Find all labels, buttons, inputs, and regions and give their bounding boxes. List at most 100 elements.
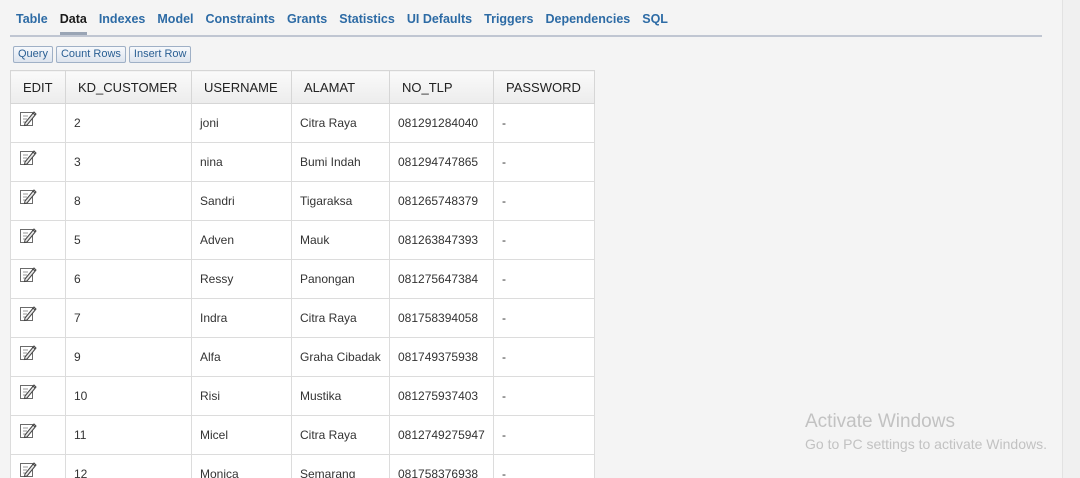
- cell-alamat: Panongan: [291, 259, 390, 299]
- insert-row-button[interactable]: Insert Row: [128, 46, 192, 63]
- cell-no-tlp: 0812749275947: [389, 415, 494, 455]
- tab-indexes[interactable]: Indexes: [93, 0, 152, 35]
- cell-username: Indra: [191, 298, 292, 338]
- cell-kd-customer: 5: [65, 220, 192, 260]
- edit-cell: [10, 259, 66, 299]
- header-row: EDIT KD_CUSTOMER USERNAME ALAMAT NO_TLP …: [10, 70, 595, 104]
- data-grid: EDIT KD_CUSTOMER USERNAME ALAMAT NO_TLP …: [10, 70, 595, 478]
- tab-grants[interactable]: Grants: [281, 0, 333, 35]
- column-header-kd-customer[interactable]: KD_CUSTOMER: [65, 70, 192, 104]
- cell-kd-customer: 10: [65, 376, 192, 416]
- watermark-subtitle: Go to PC settings to activate Windows.: [805, 436, 1047, 452]
- count-rows-button[interactable]: Count Rows: [55, 46, 126, 63]
- column-header-username[interactable]: USERNAME: [191, 70, 292, 104]
- table-row: 9 Alfa Graha Cibadak 081749375938-: [10, 337, 595, 377]
- edit-icon[interactable]: [19, 460, 37, 478]
- windows-activation-watermark: Activate Windows Go to PC settings to ac…: [805, 411, 1047, 452]
- edit-icon[interactable]: [19, 148, 37, 166]
- cell-username: Alfa: [191, 337, 292, 377]
- cell-password: -: [493, 298, 595, 338]
- cell-alamat: Graha Cibadak: [291, 337, 390, 377]
- cell-no-tlp: 081263847393: [389, 220, 494, 260]
- cell-password: -: [493, 454, 595, 478]
- edit-cell: [10, 376, 66, 416]
- cell-kd-customer: 8: [65, 181, 192, 221]
- cell-password: -: [493, 181, 595, 221]
- table-row: 3 nina Bumi Indah 081294747865-: [10, 142, 595, 182]
- table-row: 11 Micel Citra Raya 0812749275947-: [10, 415, 595, 455]
- tab-ui-defaults[interactable]: UI Defaults: [401, 0, 478, 35]
- table-row: 12 Monica Semarang 081758376938-: [10, 454, 595, 478]
- cell-username: joni: [191, 103, 292, 143]
- table-row: 8 Sandri Tigaraksa 081265748379-: [10, 181, 595, 221]
- watermark-title: Activate Windows: [805, 411, 955, 432]
- column-header-alamat[interactable]: ALAMAT: [291, 70, 390, 104]
- table-row: 2 joni Citra Raya 081291284040-: [10, 103, 595, 143]
- table-row: 5 Adven Mauk 081263847393-: [10, 220, 595, 260]
- cell-no-tlp: 081749375938: [389, 337, 494, 377]
- tab-constraints[interactable]: Constraints: [200, 0, 281, 35]
- cell-alamat: Semarang: [291, 454, 390, 478]
- cell-password: -: [493, 103, 595, 143]
- vertical-scrollbar[interactable]: [1062, 0, 1080, 478]
- edit-icon[interactable]: [19, 187, 37, 205]
- edit-icon[interactable]: [19, 226, 37, 244]
- cell-no-tlp: 081275937403: [389, 376, 494, 416]
- cell-alamat: Citra Raya: [291, 103, 390, 143]
- tab-statistics[interactable]: Statistics: [333, 0, 401, 35]
- cell-kd-customer: 7: [65, 298, 192, 338]
- cell-no-tlp: 081265748379: [389, 181, 494, 221]
- cell-alamat: Citra Raya: [291, 298, 390, 338]
- edit-icon[interactable]: [19, 109, 37, 127]
- cell-alamat: Citra Raya: [291, 415, 390, 455]
- cell-password: -: [493, 259, 595, 299]
- table-row: 10 Risi Mustika 081275937403-: [10, 376, 595, 416]
- cell-alamat: Bumi Indah: [291, 142, 390, 182]
- cell-no-tlp: 081758394058: [389, 298, 494, 338]
- column-header-password[interactable]: PASSWORD: [493, 70, 595, 104]
- cell-kd-customer: 12: [65, 454, 192, 478]
- query-button[interactable]: Query: [13, 46, 53, 63]
- edit-icon[interactable]: [19, 421, 37, 439]
- cell-kd-customer: 2: [65, 103, 192, 143]
- edit-cell: [10, 103, 66, 143]
- data-toolbar: Query Count Rows Insert Row: [13, 46, 192, 63]
- cell-alamat: Tigaraksa: [291, 181, 390, 221]
- edit-cell: [10, 298, 66, 338]
- edit-icon[interactable]: [19, 343, 37, 361]
- cell-password: -: [493, 376, 595, 416]
- edit-icon[interactable]: [19, 304, 37, 322]
- cell-kd-customer: 6: [65, 259, 192, 299]
- tab-data[interactable]: Data: [54, 0, 93, 35]
- edit-icon[interactable]: [19, 382, 37, 400]
- column-header-edit[interactable]: EDIT: [10, 70, 66, 104]
- cell-username: Ressy: [191, 259, 292, 299]
- edit-cell: [10, 454, 66, 478]
- cell-kd-customer: 9: [65, 337, 192, 377]
- table-row: 6 Ressy Panongan 081275647384-: [10, 259, 595, 299]
- tab-triggers[interactable]: Triggers: [478, 0, 539, 35]
- column-header-no-tlp[interactable]: NO_TLP: [389, 70, 494, 104]
- tab-model[interactable]: Model: [151, 0, 199, 35]
- cell-password: -: [493, 415, 595, 455]
- cell-no-tlp: 081294747865: [389, 142, 494, 182]
- cell-password: -: [493, 142, 595, 182]
- tab-sql[interactable]: SQL: [636, 0, 674, 35]
- edit-cell: [10, 142, 66, 182]
- edit-cell: [10, 181, 66, 221]
- cell-username: Monica: [191, 454, 292, 478]
- edit-icon[interactable]: [19, 265, 37, 283]
- edit-cell: [10, 415, 66, 455]
- cell-username: Adven: [191, 220, 292, 260]
- edit-cell: [10, 337, 66, 377]
- tab-table[interactable]: Table: [10, 0, 54, 35]
- grid-body: 2 joni Citra Raya 081291284040-3 nina Bumi In…: [10, 103, 595, 478]
- cell-alamat: Mustika: [291, 376, 390, 416]
- cell-no-tlp: 081758376938: [389, 454, 494, 478]
- cell-username: Sandri: [191, 181, 292, 221]
- cell-password: -: [493, 337, 595, 377]
- edit-cell: [10, 220, 66, 260]
- tab-dependencies[interactable]: Dependencies: [539, 0, 636, 35]
- table-row: 7 Indra Citra Raya 081758394058-: [10, 298, 595, 338]
- cell-no-tlp: 081291284040: [389, 103, 494, 143]
